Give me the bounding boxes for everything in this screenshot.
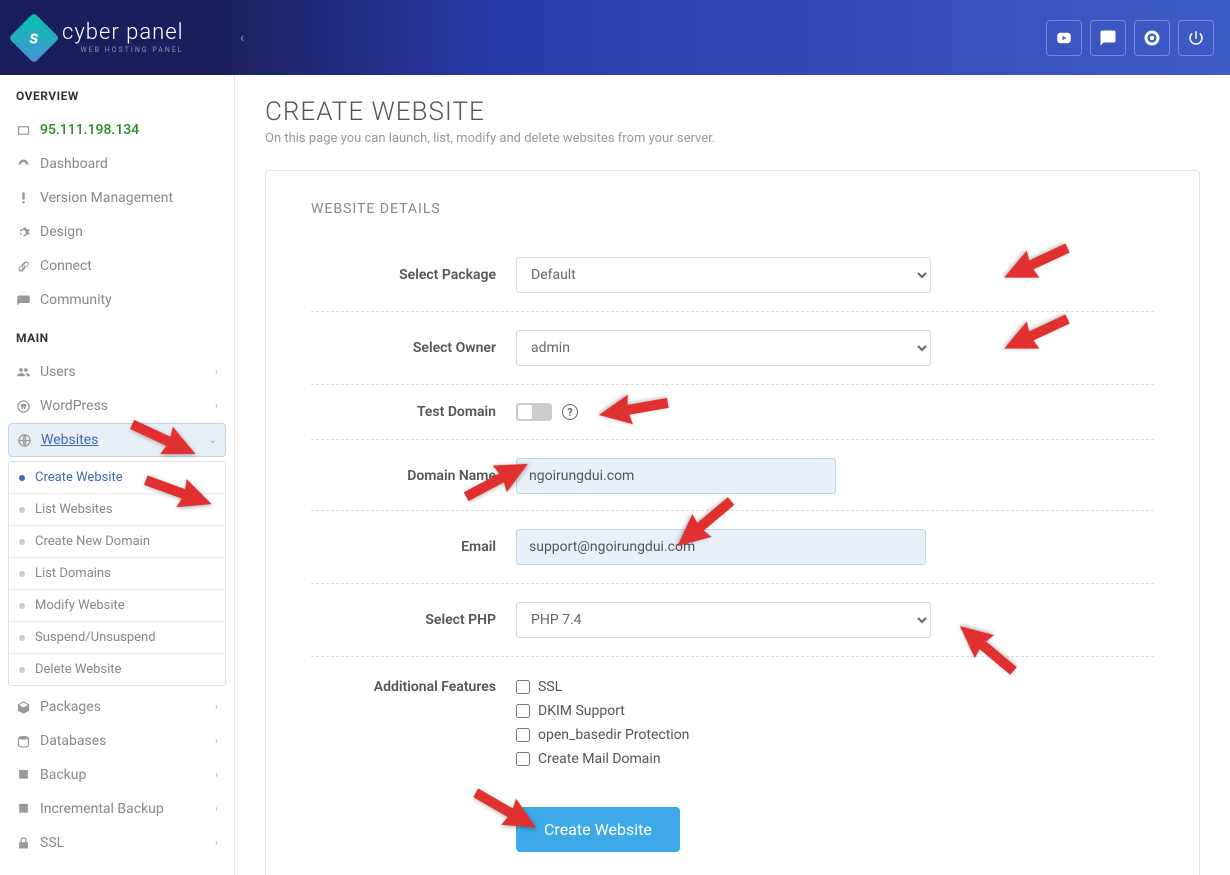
select-php[interactable]: PHP 7.4 bbox=[516, 602, 931, 638]
row-email: Email bbox=[311, 511, 1154, 584]
chevron-right-icon: › bbox=[215, 367, 218, 378]
help-icon[interactable]: ? bbox=[562, 404, 578, 420]
sidebar: OVERVIEW 95.111.198.134 Dashboard Versio… bbox=[0, 75, 235, 875]
main-heading: MAIN bbox=[0, 317, 234, 355]
sidebar-item-ip[interactable]: 95.111.198.134 bbox=[0, 113, 234, 147]
page-title: CREATE WEBSITE bbox=[265, 97, 1200, 127]
sidebar-item-design[interactable]: Design bbox=[0, 215, 234, 249]
brand-tagline: WEB HOSTING PANEL bbox=[62, 46, 184, 54]
youtube-icon[interactable] bbox=[1046, 20, 1082, 56]
sidebar-item-backup[interactable]: Backup› bbox=[0, 758, 234, 792]
sidebar-item-incremental-backup[interactable]: Incremental Backup› bbox=[0, 792, 234, 826]
subitem-list-domains[interactable]: List Domains bbox=[9, 558, 225, 590]
create-website-button[interactable]: Create Website bbox=[516, 807, 680, 852]
select-owner[interactable]: admin bbox=[516, 330, 931, 366]
sidebar-item-packages[interactable]: Packages› bbox=[0, 690, 234, 724]
page-description: On this page you can launch, list, modif… bbox=[265, 131, 1200, 146]
row-package: Select Package Default bbox=[311, 239, 1154, 312]
checkbox-maildomain[interactable]: Create Mail Domain bbox=[516, 747, 1154, 771]
chevron-right-icon: › bbox=[215, 770, 218, 781]
top-header: cyber panel WEB HOSTING PANEL ‹ bbox=[0, 0, 1230, 75]
chevron-right-icon: › bbox=[215, 401, 218, 412]
main-content: CREATE WEBSITE On this page you can laun… bbox=[235, 75, 1230, 875]
checkbox-ssl[interactable]: SSL bbox=[516, 675, 1154, 699]
label-domain: Domain Name bbox=[311, 468, 516, 484]
sidebar-item-websites[interactable]: Websites⌄ bbox=[8, 423, 226, 457]
row-test-domain: Test Domain ? bbox=[311, 385, 1154, 440]
sidebar-item-databases[interactable]: Databases› bbox=[0, 724, 234, 758]
support-icon[interactable] bbox=[1134, 20, 1170, 56]
input-email[interactable] bbox=[516, 529, 926, 565]
sidebar-collapse-button[interactable]: ‹ bbox=[240, 30, 244, 46]
websites-submenu: Create Website List Websites Create New … bbox=[8, 461, 226, 686]
checkbox-openbasedir[interactable]: open_basedir Protection bbox=[516, 723, 1154, 747]
brand-logo[interactable]: cyber panel WEB HOSTING PANEL bbox=[16, 20, 216, 56]
checkbox-dkim[interactable]: DKIM Support bbox=[516, 699, 1154, 723]
sidebar-item-version[interactable]: Version Management bbox=[0, 181, 234, 215]
subitem-create-website[interactable]: Create Website bbox=[9, 462, 225, 494]
chevron-right-icon: › bbox=[215, 804, 218, 815]
subitem-delete-website[interactable]: Delete Website bbox=[9, 654, 225, 685]
chevron-right-icon: › bbox=[215, 736, 218, 747]
sidebar-item-dashboard[interactable]: Dashboard bbox=[0, 147, 234, 181]
label-owner: Select Owner bbox=[311, 340, 516, 356]
label-email: Email bbox=[311, 539, 516, 555]
subitem-suspend[interactable]: Suspend/Unsuspend bbox=[9, 622, 225, 654]
label-test-domain: Test Domain bbox=[311, 404, 516, 420]
subitem-modify-website[interactable]: Modify Website bbox=[9, 590, 225, 622]
brand-name: cyber panel bbox=[62, 22, 184, 44]
panel-title: WEBSITE DETAILS bbox=[311, 201, 1154, 217]
chat-icon[interactable] bbox=[1090, 20, 1126, 56]
chevron-down-icon: ⌄ bbox=[209, 435, 217, 446]
sidebar-item-community[interactable]: Community bbox=[0, 283, 234, 317]
label-features: Additional Features bbox=[311, 675, 516, 695]
select-package[interactable]: Default bbox=[516, 257, 931, 293]
label-package: Select Package bbox=[311, 267, 516, 283]
toggle-test-domain[interactable] bbox=[516, 403, 552, 421]
overview-heading: OVERVIEW bbox=[0, 75, 234, 113]
sidebar-item-users[interactable]: Users› bbox=[0, 355, 234, 389]
sidebar-item-ssl[interactable]: SSL› bbox=[0, 826, 234, 860]
row-features: Additional Features SSL DKIM Support ope… bbox=[311, 657, 1154, 789]
website-details-panel: WEBSITE DETAILS Select Package Default S… bbox=[265, 170, 1200, 875]
chevron-right-icon: › bbox=[215, 702, 218, 713]
row-php: Select PHP PHP 7.4 bbox=[311, 584, 1154, 657]
power-icon[interactable] bbox=[1178, 20, 1214, 56]
row-domain: Domain Name bbox=[311, 440, 1154, 500]
subitem-list-websites[interactable]: List Websites bbox=[9, 494, 225, 526]
sidebar-item-wordpress[interactable]: WordPress› bbox=[0, 389, 234, 423]
input-domain[interactable] bbox=[516, 458, 836, 494]
label-php: Select PHP bbox=[311, 612, 516, 628]
chevron-right-icon: › bbox=[215, 838, 218, 849]
sidebar-item-connect[interactable]: Connect bbox=[0, 249, 234, 283]
row-owner: Select Owner admin bbox=[311, 312, 1154, 385]
subitem-create-domain[interactable]: Create New Domain bbox=[9, 526, 225, 558]
logo-icon bbox=[9, 12, 60, 63]
